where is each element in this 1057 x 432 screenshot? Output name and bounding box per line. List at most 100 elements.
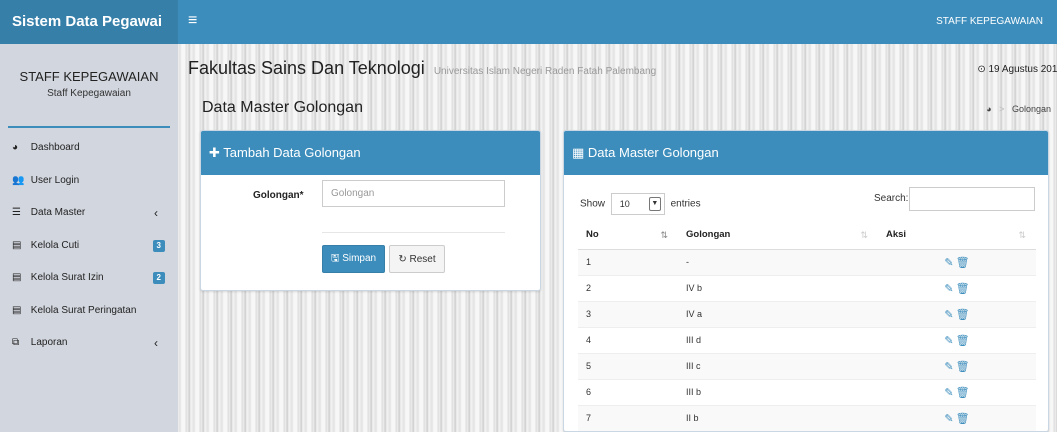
show-label: Show	[580, 198, 606, 210]
sort-icon: ⇅	[860, 230, 868, 240]
cell-no: 5	[578, 352, 678, 379]
cell-actions: ✎ 🗑	[878, 404, 1036, 431]
table-row: 3 IV a ✎ 🗑	[578, 300, 1036, 327]
entries-value: 10	[619, 199, 630, 209]
sidebar-item-laporan[interactable]: ⧉ Laporan ‹	[0, 327, 178, 360]
date-display: ⊙ 19 Agustus 2019	[977, 64, 1057, 75]
user-menu[interactable]: STAFF KEPEGAWAIAN	[936, 0, 1043, 44]
cell-actions: ✎ 🗑	[878, 274, 1036, 301]
cell-no: 4	[578, 326, 678, 353]
entries-select[interactable]: 10 ▼	[610, 193, 665, 215]
column-label: Golongan	[686, 229, 731, 241]
entries-length-control: Show 10 ▼ entries	[580, 193, 701, 215]
cell-no: 2	[578, 274, 678, 301]
faculty-title: Fakultas Sains Dan Teknologi	[188, 58, 425, 78]
panel-title: Data Master Golongan	[587, 145, 719, 160]
reset-button[interactable]: ↻ Reset	[389, 245, 445, 273]
sidebar-toggle-icon[interactable]: ≡	[188, 12, 197, 30]
golongan-input[interactable]	[322, 180, 505, 207]
grid-icon: ▦	[572, 145, 585, 160]
sidebar-item-dashboard[interactable]: ◕ Dashboard	[0, 132, 178, 165]
search-input[interactable]	[909, 187, 1035, 211]
entries-label: entries	[670, 198, 701, 210]
edit-icon[interactable]: ✎	[944, 412, 953, 425]
table-row: 7 II b ✎ 🗑	[578, 404, 1036, 431]
trash-icon[interactable]: 🗑	[956, 360, 970, 373]
university-subtitle: Universitas Islam Negeri Raden Fatah Pal…	[433, 66, 657, 77]
table-row: 2 IV b ✎ 🗑	[578, 274, 1036, 301]
save-button[interactable]: 🖫 Simpan	[322, 245, 385, 273]
cell-golongan: IV a	[678, 300, 878, 327]
edit-icon[interactable]: ✎	[944, 308, 953, 321]
edit-icon[interactable]: ✎	[944, 256, 953, 269]
sidebar-item-label: Kelola Surat Peringatan	[30, 304, 137, 316]
column-header-golongan[interactable]: Golongan ⇅	[678, 221, 878, 250]
sort-icon: ⇅	[1018, 230, 1026, 240]
sidebar-item-user-login[interactable]: 👥 User Login	[0, 165, 178, 198]
edit-icon[interactable]: ✎	[944, 282, 953, 295]
sidebar-item-kelola-surat-peringatan[interactable]: ▤ Kelola Surat Peringatan	[0, 295, 178, 328]
cell-actions: ✎ 🗑	[878, 300, 1036, 327]
sidebar: STAFF KEPEGAWAIAN Staff Kepegawaian ◕ Da…	[0, 44, 178, 432]
golongan-table-panel: ▦ Data Master Golongan Show 10 ▼ entries…	[563, 130, 1049, 432]
trash-icon[interactable]: 🗑	[956, 334, 970, 347]
plus-icon: ✚	[209, 145, 220, 160]
golongan-label: Golongan*	[253, 190, 304, 201]
breadcrumb: ◕ > Golongan	[986, 104, 1051, 114]
cell-no: 3	[578, 300, 678, 327]
clone-icon: ⧉	[12, 337, 20, 348]
edit-icon[interactable]: ✎	[944, 360, 953, 373]
home-icon[interactable]: ◕	[986, 104, 991, 114]
cell-golongan: III d	[678, 326, 878, 353]
column-label: Aksi	[886, 229, 907, 241]
refresh-icon: ↻	[398, 253, 407, 265]
top-navbar: Sistem Data Pegawai ≡ STAFF KEPEGAWAIAN	[0, 0, 1057, 44]
date-text: 19 Agustus 2019	[988, 64, 1057, 75]
breadcrumb-separator: >	[999, 104, 1005, 114]
count-badge: 2	[152, 272, 165, 284]
caret-down-icon: ▼	[648, 197, 661, 211]
brand-logo[interactable]: Sistem Data Pegawai	[0, 0, 178, 44]
chevron-left-icon: ‹	[154, 336, 158, 350]
user-panel: STAFF KEPEGAWAIAN Staff Kepegawaian	[0, 44, 178, 126]
users-icon: 👥	[12, 174, 25, 186]
sidebar-item-label: Kelola Cuti	[30, 239, 80, 251]
column-label: No	[586, 229, 599, 241]
list-icon: ☰	[12, 207, 21, 218]
trash-icon[interactable]: 🗑	[956, 308, 970, 321]
table-icon: ▤	[12, 272, 22, 283]
panel-header: ✚ Tambah Data Golongan	[201, 131, 540, 175]
panel-header: ▦ Data Master Golongan	[564, 131, 1048, 175]
cell-actions: ✎ 🗑	[878, 248, 1036, 275]
sidebar-item-kelola-cuti[interactable]: ▤ Kelola Cuti 3	[0, 230, 178, 263]
table-row: 4 III d ✎ 🗑	[578, 326, 1036, 353]
table-row: 1 - ✎ 🗑	[578, 248, 1036, 275]
column-header-aksi[interactable]: Aksi ⇅	[878, 221, 1036, 250]
trash-icon[interactable]: 🗑	[956, 412, 970, 425]
cell-actions: ✎ 🗑	[878, 378, 1036, 405]
sidebar-item-label: Laporan	[30, 337, 68, 348]
column-header-no[interactable]: No ⇅	[578, 221, 678, 250]
count-badge: 3	[152, 239, 165, 252]
sidebar-item-kelola-surat-izin[interactable]: ▤ Kelola Surat Izin 2	[0, 262, 178, 295]
trash-icon[interactable]: 🗑	[956, 386, 970, 399]
sidebar-divider	[8, 126, 170, 128]
cell-golongan: IV b	[678, 274, 878, 301]
cell-actions: ✎ 🗑	[878, 352, 1036, 379]
search-label: Search:	[874, 193, 909, 204]
user-role: STAFF KEPEGAWAIAN	[19, 69, 159, 84]
trash-icon[interactable]: 🗑	[956, 282, 970, 295]
sidebar-item-label: Dashboard	[30, 142, 80, 153]
trash-icon[interactable]: 🗑	[956, 256, 970, 269]
sidebar-item-label: Data Master	[30, 207, 86, 218]
form-divider	[322, 232, 505, 233]
cell-no: 7	[578, 404, 678, 431]
edit-icon[interactable]: ✎	[944, 334, 953, 347]
sidebar-item-label: Kelola Surat Izin	[30, 272, 104, 283]
save-icon: 🖫	[330, 252, 340, 264]
panel-title: Tambah Data Golongan	[223, 145, 361, 160]
golongan-table: No ⇅ Golongan ⇅ Aksi ⇅ 1 - ✎ 🗑 2 IV b ✎ …	[578, 221, 1036, 431]
edit-icon[interactable]: ✎	[944, 386, 953, 399]
page-title: Fakultas Sains Dan Teknologi Universitas…	[188, 58, 656, 79]
sidebar-item-data-master[interactable]: ☰ Data Master ‹	[0, 197, 178, 230]
